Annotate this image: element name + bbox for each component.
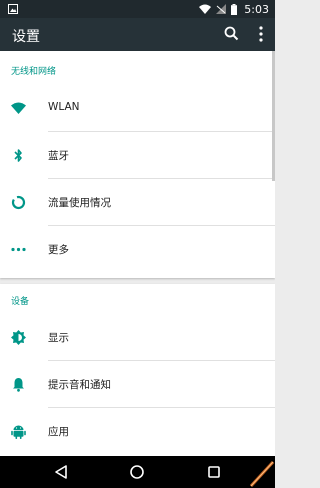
settings-item-bluetooth[interactable]: 蓝牙 [0,132,275,179]
more-horiz-icon [11,247,26,252]
section-header-wireless: 无线和网络 [11,67,57,77]
settings-item-label: 应用 [48,426,69,438]
page-title: 设置 [12,29,40,45]
home-icon[interactable] [129,464,145,480]
settings-item-display[interactable]: 显示 [0,314,275,361]
recents-icon[interactable] [207,465,221,479]
app-bar: 设置 [0,18,275,51]
data-usage-icon [11,195,26,210]
settings-item-apps[interactable]: 应用 [0,408,275,455]
android-icon [11,425,26,439]
notification-icon [8,4,18,14]
wifi-icon [11,102,26,114]
status-icons: 5:03 [199,0,269,18]
settings-item-label: 蓝牙 [48,150,69,162]
settings-item-label: 显示 [48,332,69,344]
settings-item-more[interactable]: 更多 [0,226,275,273]
settings-item-label: 提示音和通知 [48,379,111,391]
bell-icon [13,378,24,392]
pen-corner-icon [249,460,275,488]
settings-item-label: WLAN [48,101,80,113]
status-bar: 5:03 [0,0,275,18]
signal-off-icon [216,4,227,14]
navigation-bar [0,456,275,488]
settings-item-wlan[interactable]: WLAN [0,85,275,132]
battery-icon [231,3,238,15]
back-icon[interactable] [54,464,68,480]
brightness-icon [11,330,26,345]
search-icon[interactable] [222,24,242,44]
scrollbar[interactable] [272,51,275,181]
settings-item-label: 更多 [48,244,69,256]
bluetooth-icon [14,149,22,162]
settings-item-data-usage[interactable]: 流量使用情况 [0,179,275,226]
section-header-device: 设备 [11,297,30,307]
settings-item-label: 流量使用情况 [48,197,111,209]
settings-item-sound-notification[interactable]: 提示音和通知 [0,361,275,408]
status-time: 5:03 [244,2,269,16]
device-section: 设备 显示 提示音和通知 应用 [0,284,275,456]
more-vert-icon[interactable] [255,24,267,44]
wireless-networks-section: 无线和网络 WLAN 蓝牙 流量使用情况 更多 [0,51,275,278]
settings-screen: 5:03 设置 无线和网络 WLAN 蓝牙 流量使用情况 更多 设备 显示 提示… [0,0,275,488]
wifi-icon [199,4,212,14]
